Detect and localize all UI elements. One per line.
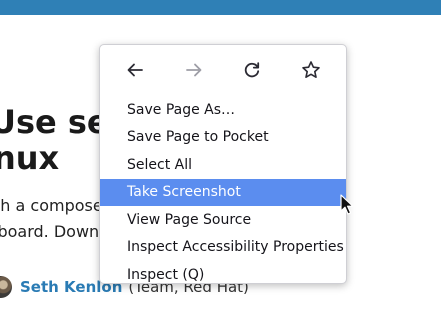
arrow-left-icon — [127, 63, 144, 77]
menu-item-select-all[interactable]: Select All — [100, 151, 346, 179]
author-avatar — [0, 276, 12, 298]
menu-item-save-to-pocket[interactable]: Save Page to Pocket — [100, 124, 346, 152]
arrow-right-icon — [185, 63, 202, 77]
menu-item-take-screenshot[interactable]: Take Screenshot — [100, 178, 346, 206]
menu-item-label: Save Page to Pocket — [127, 129, 269, 146]
bookmark-button[interactable] — [293, 54, 329, 86]
menu-item-label: Take Screenshot — [127, 184, 241, 201]
article-headline-line-2: inux — [0, 139, 60, 177]
reload-icon — [245, 62, 260, 78]
menu-item-label: Inspect Accessibility Properties — [127, 239, 344, 256]
context-menu-nav-row — [100, 49, 346, 91]
star-icon — [301, 61, 320, 78]
menu-item-label: Select All — [127, 156, 192, 173]
menu-item-view-page-source[interactable]: View Page Source — [100, 206, 346, 234]
menu-item-label: Save Page As… — [127, 101, 236, 118]
menu-item-inspect-accessibility[interactable]: Inspect Accessibility Properties — [100, 234, 346, 262]
menu-item-label: View Page Source — [127, 211, 252, 228]
menu-separator — [100, 93, 346, 94]
mouse-pointer-icon — [340, 194, 354, 215]
menu-item-save-page-as[interactable]: Save Page As… — [100, 96, 346, 124]
reload-button[interactable] — [234, 54, 270, 86]
menu-item-label: Inspect (Q) — [127, 266, 205, 283]
forward-button[interactable] — [176, 54, 212, 86]
back-button[interactable] — [117, 54, 153, 86]
article-intro-line-2: yboard. Down — [0, 222, 100, 241]
context-menu: Save Page As… Save Page to Pocket Select… — [99, 44, 347, 284]
menu-item-inspect[interactable]: Inspect (Q) — [100, 261, 346, 289]
